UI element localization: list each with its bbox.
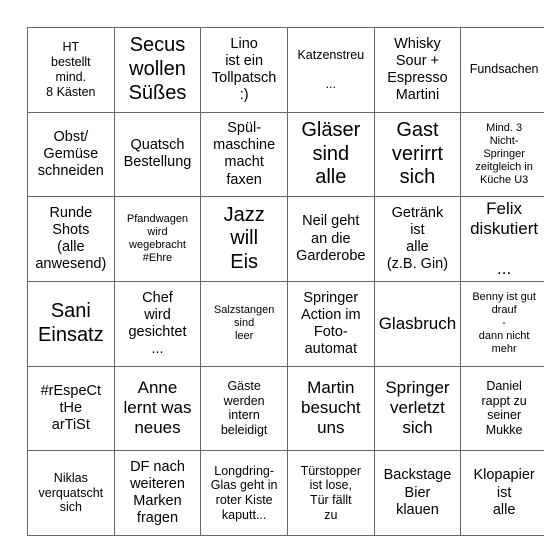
bingo-cell-label: Secus wollen Süßes — [128, 34, 187, 104]
bingo-cell-label: DF nach weiteren Marken fragen — [130, 458, 185, 527]
bingo-grid: HT bestellt mind. 8 Kästen Secus wollen S… — [27, 27, 544, 536]
bingo-cell-label: Mind. 3 Nicht- Springer zeitgleich in Kü… — [475, 122, 533, 186]
bingo-cell[interactable]: Obst/ Gemüse schneiden — [27, 111, 115, 198]
bingo-cell-label: Quatsch Bestellung — [123, 137, 192, 171]
bingo-cell-label: Neil geht an die Garderobe — [296, 213, 366, 264]
bingo-cell-label: Klopapier ist alle — [473, 467, 535, 518]
bingo-cell[interactable]: Türstopper ist lose, Tür fällt zu — [286, 450, 375, 536]
bingo-cell[interactable]: #rEspeCt tHe arTiSt — [27, 365, 115, 452]
bingo-cell-label: Chef wird gesichtet ... — [128, 289, 187, 357]
bingo-cell-label: Getränk ist alle (z.B. Gin) — [386, 204, 449, 273]
bingo-cell-label: Katzenstreu ... — [297, 47, 365, 92]
bingo-cell[interactable]: Spül- maschine macht faxen — [200, 111, 288, 198]
bingo-cell[interactable]: Lino ist ein Tollpatsch :) — [200, 27, 288, 113]
bingo-cell-label: Sani Einsatz — [38, 300, 104, 346]
bingo-cell[interactable]: Sani Einsatz — [27, 280, 115, 367]
bingo-cell[interactable]: Benny ist gut drauf - dann nicht mehr — [460, 280, 544, 367]
bingo-cell-label: Jazz will Eis — [223, 203, 265, 273]
bingo-cell-label: Glasbruch — [378, 313, 457, 333]
bingo-cell-label: Longdring- Glas geht in roter Kiste kapu… — [210, 463, 278, 522]
bingo-cell-label: Felix diskutiert ... — [470, 199, 539, 279]
bingo-cell-label: Türstopper ist lose, Tür fällt zu — [300, 463, 362, 522]
bingo-cell[interactable]: Daniel rappt zu seiner Mukke — [460, 365, 544, 452]
bingo-cell[interactable]: Longdring- Glas geht in roter Kiste kapu… — [200, 450, 288, 536]
bingo-cell[interactable]: Anne lernt was neues — [113, 365, 202, 452]
bingo-cell[interactable]: Chef wird gesichtet ... — [113, 280, 202, 367]
bingo-cell[interactable]: Quatsch Bestellung — [113, 111, 202, 198]
bingo-cell[interactable]: Gläser sind alle — [286, 111, 375, 198]
bingo-cell-label: Gläser sind alle — [301, 119, 361, 189]
bingo-cell-label: Gast verirrt sich — [391, 119, 443, 189]
bingo-card: HT bestellt mind. 8 Kästen Secus wollen S… — [27, 27, 544, 536]
bingo-cell[interactable]: Gast verirrt sich — [373, 111, 462, 198]
bingo-row: HT bestellt mind. 8 Kästen Secus wollen S… — [27, 27, 544, 113]
bingo-cell-label: Niklas verquatscht sich — [38, 470, 104, 515]
bingo-cell[interactable]: Backstage Bier klauen — [373, 450, 462, 536]
bingo-cell-label: Gäste werden intern beleidigt — [220, 378, 268, 438]
bingo-cell-label: Benny ist gut drauf - dann nicht mehr — [472, 291, 536, 356]
bingo-cell-label: HT bestellt mind. 8 Kästen — [46, 40, 96, 99]
bingo-cell[interactable]: Mind. 3 Nicht- Springer zeitgleich in Kü… — [460, 111, 544, 198]
bingo-cell[interactable]: Whisky Sour + Espresso Martini — [373, 27, 462, 113]
bingo-cell[interactable]: Klopapier ist alle — [460, 450, 544, 536]
bingo-row: #rEspeCt tHe arTiSt Anne lernt was neues G… — [27, 365, 544, 452]
bingo-cell-label: Spül- maschine macht faxen — [213, 120, 276, 188]
bingo-cell-label: Fundsachen — [469, 62, 539, 77]
bingo-row: Obst/ Gemüse schneiden Quatsch Bestellung… — [27, 111, 544, 198]
bingo-cell-label: Springer verletzt sich — [385, 378, 450, 438]
bingo-cell-label: Runde Shots (alle anwesend) — [35, 204, 107, 273]
bingo-cell-label: Anne lernt was neues — [123, 378, 192, 438]
bingo-cell-label: Obst/ Gemüse schneiden — [37, 128, 104, 180]
bingo-cell-label: #rEspeCt tHe arTiSt — [40, 382, 102, 433]
bingo-cell-label: Martin besucht uns — [301, 378, 361, 438]
bingo-cell-label: Salzstangen sind leer — [213, 304, 275, 343]
bingo-cell[interactable]: Neil geht an die Garderobe — [286, 196, 375, 282]
bingo-cell-label: Pfandwagen wird wegebracht #Ehre — [126, 213, 189, 265]
bingo-cell[interactable]: Gäste werden intern beleidigt — [200, 365, 288, 452]
bingo-cell[interactable]: Martin besucht uns — [286, 365, 375, 452]
bingo-cell-label: Whisky Sour + Espresso Martini — [387, 35, 448, 103]
bingo-grid-body: HT bestellt mind. 8 Kästen Secus wollen S… — [27, 27, 544, 536]
bingo-cell[interactable]: Glasbruch — [373, 280, 462, 367]
bingo-cell[interactable]: Niklas verquatscht sich — [27, 450, 115, 536]
bingo-row: Runde Shots (alle anwesend) Pfandwagen wi… — [27, 196, 544, 282]
bingo-cell[interactable]: Runde Shots (alle anwesend) — [27, 196, 115, 282]
bingo-cell-label: Lino ist ein Tollpatsch :) — [211, 35, 277, 103]
bingo-row: Niklas verquatscht sich DF nach weiteren … — [27, 450, 544, 536]
bingo-cell[interactable]: Pfandwagen wird wegebracht #Ehre — [113, 196, 202, 282]
bingo-cell[interactable]: Jazz will Eis — [200, 196, 288, 282]
bingo-cell[interactable]: Springer verletzt sich — [373, 365, 462, 452]
bingo-cell[interactable]: Fundsachen — [460, 27, 544, 113]
bingo-cell-label: Backstage Bier klauen — [383, 467, 452, 518]
bingo-cell[interactable]: Springer Action im Foto- automat — [286, 280, 375, 367]
bingo-cell-label: Springer Action im Foto- automat — [300, 289, 361, 357]
bingo-cell-label: Daniel rappt zu seiner Mukke — [481, 378, 527, 438]
bingo-cell[interactable]: DF nach weiteren Marken fragen — [113, 450, 202, 536]
bingo-cell[interactable]: Katzenstreu ... — [286, 27, 375, 113]
bingo-cell[interactable]: Salzstangen sind leer — [200, 280, 288, 367]
bingo-cell[interactable]: Getränk ist alle (z.B. Gin) — [373, 196, 462, 282]
bingo-cell[interactable]: Felix diskutiert ... — [460, 196, 544, 282]
bingo-row: Sani Einsatz Chef wird gesichtet ... Salzs… — [27, 280, 544, 367]
bingo-cell[interactable]: Secus wollen Süßes — [113, 27, 202, 113]
bingo-cell[interactable]: HT bestellt mind. 8 Kästen — [27, 27, 115, 113]
